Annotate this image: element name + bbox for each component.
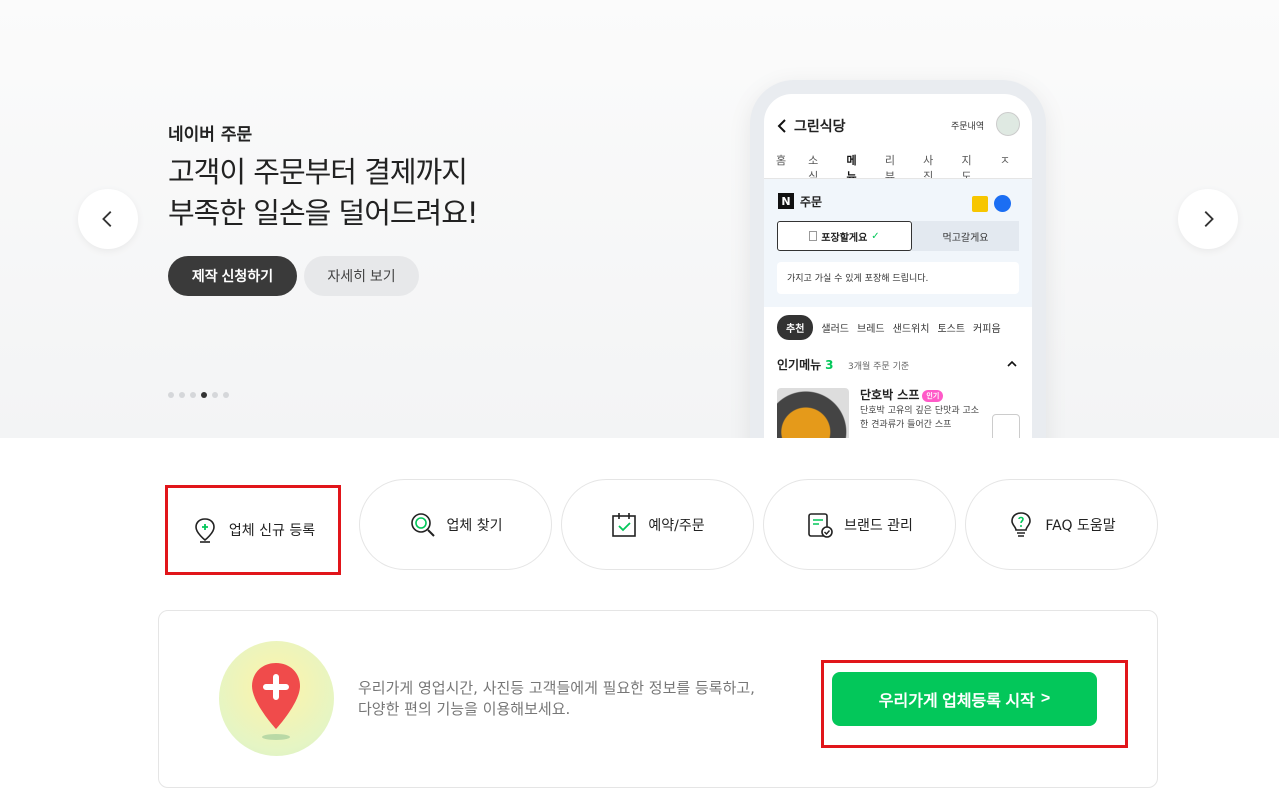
start-registration-button[interactable]: 우리가게 업체등록 시작 >: [832, 672, 1097, 726]
naver-badge: N: [778, 193, 794, 209]
chip: 샐러드: [821, 324, 850, 335]
search-icon: [410, 512, 435, 537]
register-text-line2: 다양한 편의 기능을 이용해보세요.: [358, 700, 571, 718]
quick-menu-reservation[interactable]: 예약/주문: [561, 479, 754, 570]
food-image: [777, 388, 849, 438]
quick-menu-label: 업체 신규 등록: [228, 523, 316, 539]
register-description: 우리가게 영업시간, 사진등 고객들에게 필요한 정보를 등록하고, 다양한 편…: [358, 678, 755, 720]
food-description: 단호박 고유의 깊은 단맛과 고소한 견과류가 들어간 스프: [860, 406, 980, 430]
slide-dot[interactable]: [212, 392, 218, 398]
quick-menu-label: 브랜드 관리: [844, 517, 913, 534]
bag-icon: [809, 231, 818, 241]
food-name-text: 단호박 스프: [860, 388, 920, 402]
quick-menu-faq[interactable]: FAQ 도움말: [965, 479, 1158, 570]
chip: 샌드위치: [892, 324, 930, 335]
chip-active: 추천: [777, 315, 814, 340]
quick-menu-brand[interactable]: 브랜드 관리: [763, 479, 956, 570]
check-icon: ✓: [871, 230, 880, 242]
order-type-toggle: 포장할게요 ✓ 먹고갈게요: [777, 221, 1019, 251]
hero-title-line2: 부족한 일손을 덜어드려요!: [168, 196, 479, 230]
takeout-label: 포장할게요: [821, 232, 868, 244]
food-name: 단호박 스프 인기: [860, 386, 944, 403]
register-illustration: [219, 641, 334, 756]
popular-subtitle: 3개월 주문 기준: [848, 362, 910, 372]
quick-menu-label: FAQ 도움말: [1045, 517, 1116, 534]
start-registration-label: 우리가게 업체등록 시작: [878, 693, 1035, 710]
next-slide-button[interactable]: [1178, 189, 1238, 249]
map-pin-plus-icon: [195, 518, 215, 543]
document-check-icon: [808, 512, 833, 538]
chip: 토스트: [937, 324, 966, 335]
slide-indicator: [168, 392, 229, 398]
slide-dot[interactable]: [168, 392, 174, 398]
store-name: 그린식당: [794, 119, 846, 135]
chevron-up-icon: [1007, 360, 1017, 367]
learn-more-button[interactable]: 자세히 보기: [304, 256, 419, 296]
quick-menu-label: 업체 찾기: [446, 517, 503, 534]
chevron-right-icon: >: [1040, 690, 1051, 707]
hero-title-line1: 고객이 주문부터 결제까지: [168, 155, 468, 189]
category-chips: 추천 샐러드 브레드 샌드위치 토스트 커피음: [777, 315, 1001, 340]
cart-add-icon: [992, 414, 1020, 438]
hero-banner: 네이버 주문 고객이 주문부터 결제까지 부족한 일손을 덜어드려요! 제작 신…: [0, 0, 1279, 438]
register-text-line1: 우리가게 영업시간, 사진등 고객들에게 필요한 정보를 등록하고,: [358, 679, 755, 697]
dinein-option: 먹고갈게요: [912, 221, 1019, 251]
order-label: 주문: [800, 195, 823, 209]
lightbulb-question-icon: [1011, 511, 1032, 537]
takeout-option: 포장할게요 ✓: [777, 221, 912, 251]
highlight-box: 업체 신규 등록: [165, 485, 341, 575]
hero-subtitle: 네이버 주문: [168, 125, 253, 145]
popular-label: 인기메뉴: [777, 358, 822, 372]
order-history-link: 주문내역: [951, 122, 985, 132]
popular-badge: 인기: [922, 389, 944, 402]
avatar: [996, 112, 1020, 136]
chevron-left-icon: [102, 211, 112, 227]
chip: 커피음: [973, 324, 1001, 335]
apply-button[interactable]: 제작 신청하기: [168, 256, 297, 296]
chevron-right-icon: [1204, 211, 1214, 227]
quick-menu-label: 예약/주문: [648, 517, 705, 534]
slide-dot[interactable]: [190, 392, 196, 398]
store-icon: [972, 196, 988, 212]
calendar-check-icon: [612, 512, 637, 537]
popular-title: 인기메뉴 3: [777, 356, 834, 373]
chip: 브레드: [857, 324, 885, 335]
prev-slide-button[interactable]: [78, 189, 138, 249]
slide-dot-active[interactable]: [201, 392, 207, 398]
location-plus-icon: [252, 663, 300, 740]
hero-title: 고객이 주문부터 결제까지 부족한 일손을 덜어드려요!: [168, 152, 479, 234]
quick-menu-find-business[interactable]: 업체 찾기: [359, 479, 552, 570]
order-note: 가지고 가실 수 있게 포장해 드립니다.: [777, 262, 1019, 294]
key-icon: [994, 195, 1011, 212]
slide-dot[interactable]: [223, 392, 229, 398]
phone-screen: 그린식당 주문내역 홈 소식 메뉴 리뷰 사진 지도 ㅈ N 주문 포장할게요 …: [764, 94, 1032, 438]
dinein-label: 먹고갈게요: [942, 232, 989, 244]
popular-count: 3: [825, 358, 834, 372]
quick-menu-new-business[interactable]: 업체 신규 등록: [170, 490, 336, 570]
phone-header: 그린식당: [776, 116, 846, 136]
slide-dot[interactable]: [179, 392, 185, 398]
back-icon: [777, 119, 786, 133]
